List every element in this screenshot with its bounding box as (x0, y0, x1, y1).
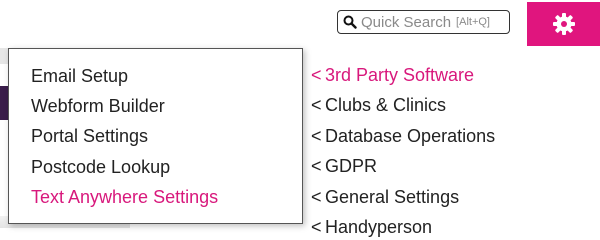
search-icon (343, 15, 357, 29)
settings-button[interactable] (527, 2, 600, 46)
category-label: GDPR (325, 156, 378, 176)
gear-icon (552, 13, 575, 35)
category-label: Database Operations (325, 126, 496, 146)
category-label: General Settings (325, 187, 460, 207)
category-label: Handyperson (325, 217, 433, 237)
quick-search-input[interactable]: Quick Search [Alt+Q] (337, 10, 510, 34)
category-general-settings[interactable]: < General Settings (311, 186, 459, 208)
chevron-left-icon: < (311, 65, 322, 85)
submenu-item-text-anywhere-settings[interactable]: Text Anywhere Settings (31, 186, 218, 208)
category-label: 3rd Party Software (325, 65, 475, 85)
submenu-item-webform-builder[interactable]: Webform Builder (31, 95, 165, 117)
chevron-left-icon: < (311, 187, 322, 207)
submenu-item-postcode-lookup[interactable]: Postcode Lookup (31, 156, 170, 178)
submenu-item-email-setup[interactable]: Email Setup (31, 65, 128, 87)
quick-search-shortcut: [Alt+Q] (456, 16, 490, 28)
category-handyperson[interactable]: < Handyperson (311, 216, 432, 238)
chevron-left-icon: < (311, 217, 322, 237)
chevron-left-icon: < (311, 95, 322, 115)
settings-submenu: Email Setup Webform Builder Portal Setti… (8, 48, 303, 224)
chevron-left-icon: < (311, 156, 322, 176)
submenu-item-portal-settings[interactable]: Portal Settings (31, 125, 148, 147)
category-gdpr[interactable]: < GDPR (311, 155, 377, 177)
category-3rd-party-software[interactable]: <3rd Party Software (311, 64, 474, 86)
chevron-left-icon: < (311, 126, 322, 146)
quick-search-label: Quick Search (361, 13, 452, 31)
category-clubs-and-clinics[interactable]: < Clubs & Clinics (311, 94, 446, 116)
category-database-operations[interactable]: < Database Operations (311, 125, 495, 147)
category-label: Clubs & Clinics (325, 95, 447, 115)
